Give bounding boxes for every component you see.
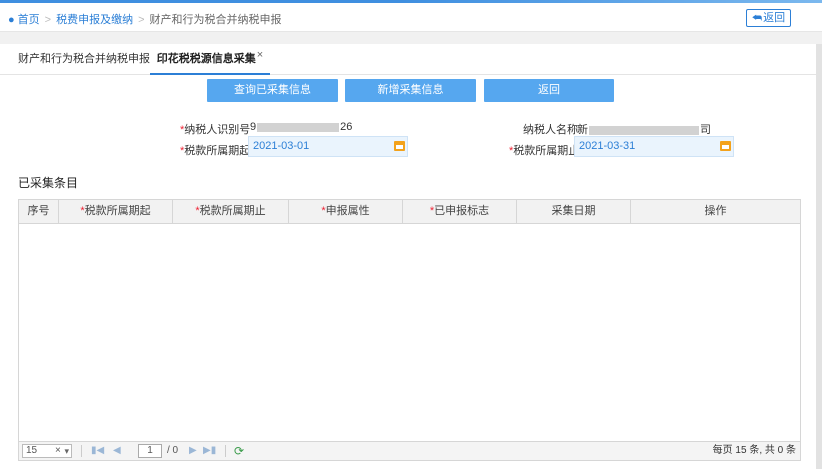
breadcrumb-tax-filing[interactable]: 税费申报及缴纳 [56, 14, 133, 26]
back-button[interactable]: 返回 [484, 79, 614, 102]
last-page-icon[interactable]: ▶▮ [203, 445, 216, 457]
breadcrumb-bar: ● 首页 > 税费申报及缴纳 > 财产和行为税合并纳税申报 ⮪返回 [0, 3, 822, 32]
tab-combined-declaration[interactable]: 财产和行为税合并纳税申报 [18, 44, 150, 75]
collected-items-table: 序号 *税款所属期起 *税款所属期止 *申报属性 *已申报标志 采集日期 操作 [18, 199, 801, 461]
main-panel: 财产和行为税合并纳税申报 印花税税源信息采集× 查询已采集信息 新增采集信息 返… [0, 44, 816, 469]
breadcrumb-home[interactable]: 首页 [18, 14, 40, 26]
back-button-top[interactable]: ⮪返回 [746, 9, 791, 27]
period-start-field[interactable]: 2021-03-01 [248, 136, 408, 157]
column-header-declared-flag: *已申报标志 [403, 200, 517, 223]
page-number-input[interactable]: 1 [138, 444, 162, 458]
breadcrumb-separator: > [138, 14, 145, 26]
pager-divider [225, 445, 226, 457]
prev-page-icon[interactable]: ◀ [113, 445, 121, 457]
breadcrumb-separator: > [44, 14, 52, 26]
period-start-label: *税款所属期起 [180, 145, 251, 157]
query-collected-button[interactable]: 查询已采集信息 [207, 79, 338, 102]
calendar-icon[interactable] [720, 141, 731, 151]
return-arrow-icon: ⮪ [751, 12, 763, 24]
column-header-actions: 操作 [704, 205, 727, 217]
pager-divider [81, 445, 82, 457]
collected-items-title: 已采集条目 [18, 176, 79, 190]
tab-stamp-duty-collection[interactable]: 印花税税源信息采集× [150, 44, 270, 75]
back-button-top-label: 返回 [763, 12, 786, 24]
first-page-icon[interactable]: ▮◀ [91, 445, 104, 457]
tab-close-icon[interactable]: × [257, 49, 263, 61]
chevron-down-icon[interactable]: ▾ [64, 445, 69, 457]
pager-summary: 每页 15 条, 共 0 条 [712, 445, 796, 456]
column-header-period-end: *税款所属期止 [173, 200, 289, 223]
tab-strip: 财产和行为税合并纳税申报 印花税税源信息采集× [0, 44, 816, 75]
next-page-icon[interactable]: ▶ [189, 445, 197, 457]
page-size-select[interactable]: 15 × ▾ [22, 444, 72, 458]
total-pages: / 0 [167, 445, 179, 456]
period-end-field[interactable]: 2021-03-31 [574, 136, 734, 157]
breadcrumb-current: 财产和行为税合并纳税申报 [149, 14, 282, 26]
location-pin-icon: ● [8, 14, 15, 26]
column-header-index: 序号 [19, 200, 59, 223]
redaction-mask [589, 125, 699, 135]
breadcrumb: ● 首页 > 税费申报及缴纳 > 财产和行为税合并纳税申报 [8, 11, 282, 27]
taxpayer-id-label: *纳税人识别号 [180, 124, 251, 136]
refresh-icon[interactable]: ⟳ [234, 444, 244, 458]
table-header: 序号 *税款所属期起 *税款所属期止 *申报属性 *已申报标志 采集日期 操作 [19, 200, 800, 224]
add-collection-button[interactable]: 新增采集信息 [345, 79, 476, 102]
right-scroll-rail[interactable] [816, 44, 822, 469]
clear-icon[interactable]: × [55, 445, 61, 457]
calendar-icon[interactable] [394, 141, 405, 151]
tab-stamp-duty-label: 印花税税源信息采集 [156, 53, 256, 65]
column-header-declaration-type: *申报属性 [289, 200, 403, 223]
column-header-collection-date: 采集日期 [517, 200, 631, 223]
taxpayer-name-label: 纳税人名称 [523, 124, 578, 136]
taxpayer-name-value: 新司 [577, 124, 711, 136]
redaction-mask [257, 122, 340, 132]
pagination-bar: 15 × ▾ ▮◀ ◀ 1 / 0 ▶ ▶▮ ⟳ 每页 15 条, 共 0 条 [18, 441, 801, 461]
column-header-period-start: *税款所属期起 [59, 200, 173, 223]
period-end-label: *税款所属期止 [509, 145, 580, 157]
taxpayer-id-value: 9 26 [250, 121, 353, 133]
